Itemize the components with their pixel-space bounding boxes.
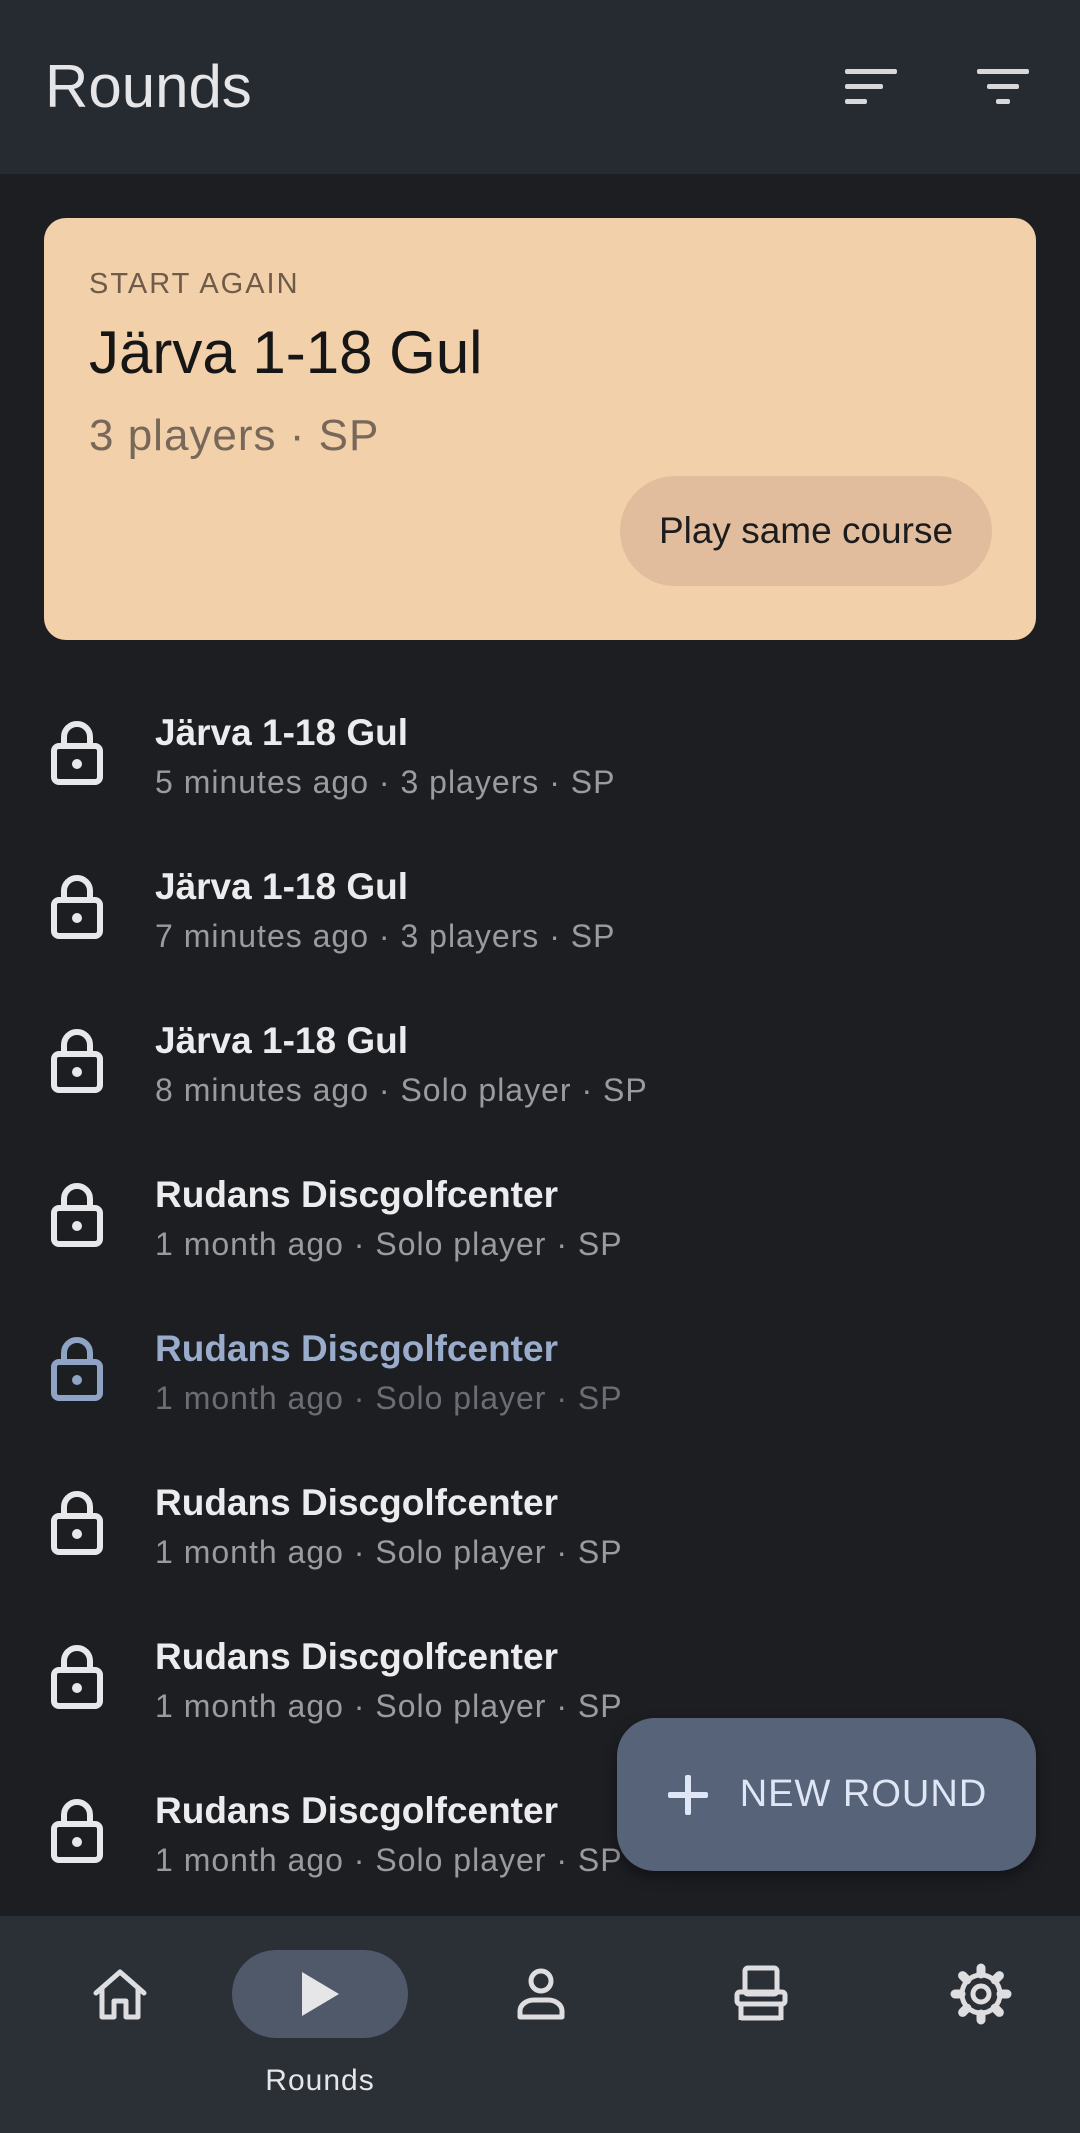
lock-icon	[51, 721, 103, 785]
new-round-label: NEW ROUND	[739, 1773, 988, 1815]
nav-icon-container	[453, 1950, 629, 2038]
round-course-name: Järva 1-18 Gul	[155, 712, 408, 753]
lock-icon	[51, 875, 103, 939]
lock-icon	[51, 1799, 103, 1863]
top-app-bar: Rounds	[0, 0, 1080, 174]
lock-icon	[51, 1645, 103, 1709]
nav-label-rounds: Rounds	[265, 2064, 375, 2097]
round-course-name: Rudans Discgolfcenter	[155, 1790, 558, 1831]
round-meta: 1 month ago · Solo player · SP	[155, 1842, 623, 1878]
home-icon	[93, 1969, 147, 2020]
gear-icon	[950, 1963, 1012, 2025]
lock-icon	[51, 1337, 103, 1401]
lock-icon	[51, 1491, 103, 1555]
round-meta: 8 minutes ago · Solo player · SP	[155, 1072, 648, 1108]
nav-item-rounds[interactable]: Rounds	[212, 1916, 428, 2133]
nav-icon-container	[232, 1950, 408, 2038]
card-meta: 3 players · SP	[89, 411, 380, 460]
nav-icon-container	[893, 1950, 1069, 2038]
nav-icon-container	[673, 1950, 849, 2038]
nav-item-basket[interactable]	[653, 1916, 869, 2133]
round-course-name: Rudans Discgolfcenter	[155, 1174, 558, 1215]
card-overline: START AGAIN	[89, 268, 300, 300]
lock-icon	[51, 1029, 103, 1093]
plus-icon	[667, 1774, 708, 1815]
nav-icon-container	[32, 1950, 208, 2038]
start-again-card[interactable]: START AGAIN Järva 1-18 Gul 3 players · S…	[44, 218, 1036, 640]
list-item[interactable]: Rudans Discgolfcenter 1 month ago · Solo…	[0, 1450, 1080, 1604]
list-item[interactable]: Rudans Discgolfcenter 1 month ago · Solo…	[0, 1142, 1080, 1296]
filter-button[interactable]	[968, 55, 1038, 119]
list-item[interactable]: Järva 1-18 Gul 7 minutes ago · 3 players…	[0, 834, 1080, 988]
bottom-navigation: Rounds	[0, 1916, 1080, 2133]
play-icon	[302, 1972, 339, 2016]
filter-icon	[977, 69, 1029, 104]
round-course-name: Rudans Discgolfcenter	[155, 1482, 558, 1523]
page-title: Rounds	[45, 53, 252, 120]
sort-icon	[845, 69, 897, 104]
round-course-name: Rudans Discgolfcenter	[155, 1328, 558, 1369]
round-course-name: Rudans Discgolfcenter	[155, 1636, 558, 1677]
round-meta: 5 minutes ago · 3 players · SP	[155, 764, 616, 800]
nav-item-profile[interactable]	[433, 1916, 649, 2133]
play-same-course-button[interactable]: Play same course	[620, 476, 992, 586]
list-item[interactable]: Rudans Discgolfcenter 1 month ago · Solo…	[0, 1296, 1080, 1450]
new-round-button[interactable]: NEW ROUND	[617, 1718, 1036, 1871]
round-course-name: Järva 1-18 Gul	[155, 1020, 408, 1061]
sort-button[interactable]	[836, 55, 906, 119]
round-meta: 1 month ago · Solo player · SP	[155, 1380, 623, 1416]
round-meta: 1 month ago · Solo player · SP	[155, 1688, 623, 1724]
nav-item-home[interactable]	[12, 1916, 228, 2133]
round-meta: 1 month ago · Solo player · SP	[155, 1534, 623, 1570]
lock-icon	[51, 1183, 103, 1247]
nav-item-settings[interactable]	[873, 1916, 1080, 2133]
round-meta: 1 month ago · Solo player · SP	[155, 1226, 623, 1262]
round-meta: 7 minutes ago · 3 players · SP	[155, 918, 616, 954]
profile-icon	[517, 1968, 565, 2020]
list-item[interactable]: Järva 1-18 Gul 8 minutes ago · Solo play…	[0, 988, 1080, 1142]
round-course-name: Järva 1-18 Gul	[155, 866, 408, 907]
basket-icon	[734, 1965, 788, 2021]
list-item[interactable]: Järva 1-18 Gul 5 minutes ago · 3 players…	[0, 680, 1080, 834]
card-course-name: Järva 1-18 Gul	[89, 319, 483, 386]
